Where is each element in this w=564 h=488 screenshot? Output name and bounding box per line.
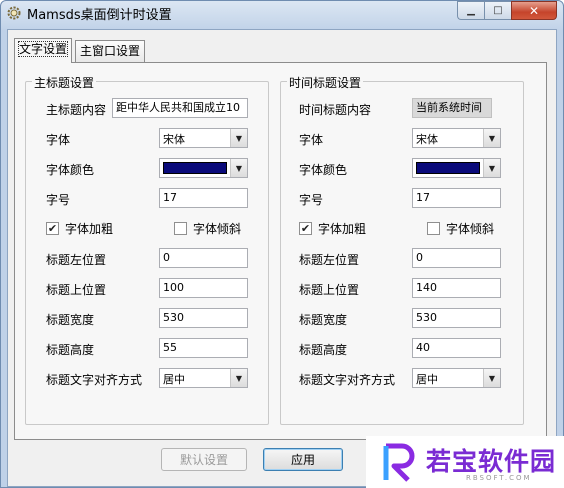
time-align-value: 居中 (416, 373, 438, 386)
main-width-label: 标题宽度 (46, 313, 95, 327)
main-size-input[interactable]: 17 (159, 188, 248, 208)
maximize-button[interactable]: □ (484, 1, 511, 20)
time-italic-label: 字体倾斜 (446, 222, 495, 236)
main-color-label: 字体颜色 (46, 163, 95, 177)
gear-icon (7, 6, 21, 20)
minimize-button[interactable]: ▁ (457, 1, 484, 20)
tab-text-settings[interactable]: 文字设置 (14, 38, 73, 63)
time-bold-label: 字体加粗 (318, 222, 367, 236)
main-bold-label: 字体加粗 (65, 222, 114, 236)
logo-r-icon (383, 443, 415, 482)
main-content-input[interactable]: 距中华人民共和国成立10 (112, 98, 248, 118)
title-bar[interactable]: Mamsds桌面倒计时设置 ▁ □ ✕ (1, 1, 563, 27)
time-color-label: 字体颜色 (299, 163, 348, 177)
time-align-label: 标题文字对齐方式 (299, 373, 396, 387)
chevron-down-icon: ▼ (483, 369, 500, 387)
chevron-down-icon: ▼ (483, 159, 500, 177)
time-color-select[interactable]: ▼ (412, 158, 501, 178)
checkbox-checked-icon: ✔ (46, 222, 59, 235)
checkbox-empty-icon (427, 222, 440, 235)
time-left-input[interactable]: 0 (412, 248, 501, 268)
default-settings-button[interactable]: 默认设置 (161, 448, 247, 471)
chevron-down-icon: ▼ (483, 129, 500, 147)
time-size-label: 字号 (299, 193, 324, 207)
time-content-label: 时间标题内容 (299, 103, 372, 117)
main-width-input[interactable]: 530 (159, 308, 248, 328)
main-font-label: 字体 (46, 133, 71, 147)
main-color-select[interactable]: ▼ (159, 158, 248, 178)
caption-buttons: ▁ □ ✕ (457, 1, 557, 20)
main-bold-checkbox[interactable]: ✔ 字体加粗 (46, 220, 113, 237)
time-content-input[interactable]: 当前系统时间 (412, 98, 492, 118)
time-font-value: 宋体 (416, 133, 438, 146)
time-font-label: 字体 (299, 133, 324, 147)
time-left-label: 标题左位置 (299, 253, 360, 267)
color-swatch (163, 162, 227, 174)
group-title: 时间标题设置 (287, 74, 364, 91)
client-area: 文字设置 主窗口设置 主标题设置 主标题内容 距中华人民共和国成立10 字体 宋… (7, 29, 557, 487)
time-top-label: 标题上位置 (299, 283, 360, 297)
main-left-input[interactable]: 0 (159, 248, 248, 268)
time-width-label: 标题宽度 (299, 313, 348, 327)
time-italic-checkbox[interactable]: 字体倾斜 (427, 220, 494, 237)
main-italic-checkbox[interactable]: 字体倾斜 (174, 220, 241, 237)
time-title-group: 时间标题设置 时间标题内容 当前系统时间 字体 宋体 ▼ 字体颜色 ▼ 字号 1… (280, 74, 524, 425)
main-italic-label: 字体倾斜 (193, 222, 242, 236)
color-swatch (416, 162, 480, 174)
main-align-select[interactable]: 居中 ▼ (159, 368, 248, 388)
time-height-input[interactable]: 40 (412, 338, 501, 358)
group-title: 主标题设置 (32, 74, 97, 91)
time-font-select[interactable]: 宋体 ▼ (412, 128, 501, 148)
tab-panel-text-settings: 主标题设置 主标题内容 距中华人民共和国成立10 字体 宋体 ▼ 字体颜色 ▼ … (14, 62, 547, 440)
main-top-label: 标题上位置 (46, 283, 107, 297)
main-height-input[interactable]: 55 (159, 338, 248, 358)
main-font-value: 宋体 (163, 133, 185, 146)
tab-main-window-settings[interactable]: 主窗口设置 (75, 40, 146, 62)
checkbox-checked-icon: ✔ (299, 222, 312, 235)
main-left-label: 标题左位置 (46, 253, 107, 267)
checkbox-empty-icon (174, 222, 187, 235)
main-size-label: 字号 (46, 193, 71, 207)
time-bold-checkbox[interactable]: ✔ 字体加粗 (299, 220, 366, 237)
maximize-icon: □ (493, 5, 503, 16)
time-width-input[interactable]: 530 (412, 308, 501, 328)
main-content-label: 主标题内容 (46, 103, 107, 117)
main-height-label: 标题高度 (46, 343, 95, 357)
main-font-select[interactable]: 宋体 ▼ (159, 128, 248, 148)
time-size-input[interactable]: 17 (412, 188, 501, 208)
app-window: Mamsds桌面倒计时设置 ▁ □ ✕ 文字设置 主窗口设置 主标题设置 主标题… (0, 0, 564, 488)
close-icon: ✕ (528, 3, 540, 18)
watermark: 若宝软件园 RBSOFT.COM (366, 436, 564, 488)
main-top-input[interactable]: 100 (159, 278, 248, 298)
window-title: Mamsds桌面倒计时设置 (27, 8, 172, 23)
main-align-label: 标题文字对齐方式 (46, 373, 143, 387)
minimize-icon: ▁ (467, 5, 475, 16)
chevron-down-icon: ▼ (230, 129, 247, 147)
time-align-select[interactable]: 居中 ▼ (412, 368, 501, 388)
watermark-subtext: RBSOFT.COM (466, 474, 532, 482)
watermark-text: 若宝软件园 (426, 447, 557, 476)
time-height-label: 标题高度 (299, 343, 348, 357)
close-button[interactable]: ✕ (511, 1, 557, 20)
chevron-down-icon: ▼ (230, 369, 247, 387)
time-top-input[interactable]: 140 (412, 278, 501, 298)
main-align-value: 居中 (163, 373, 185, 386)
chevron-down-icon: ▼ (230, 159, 247, 177)
apply-button[interactable]: 应用 (263, 448, 343, 471)
main-title-group: 主标题设置 主标题内容 距中华人民共和国成立10 字体 宋体 ▼ 字体颜色 ▼ … (25, 74, 269, 425)
